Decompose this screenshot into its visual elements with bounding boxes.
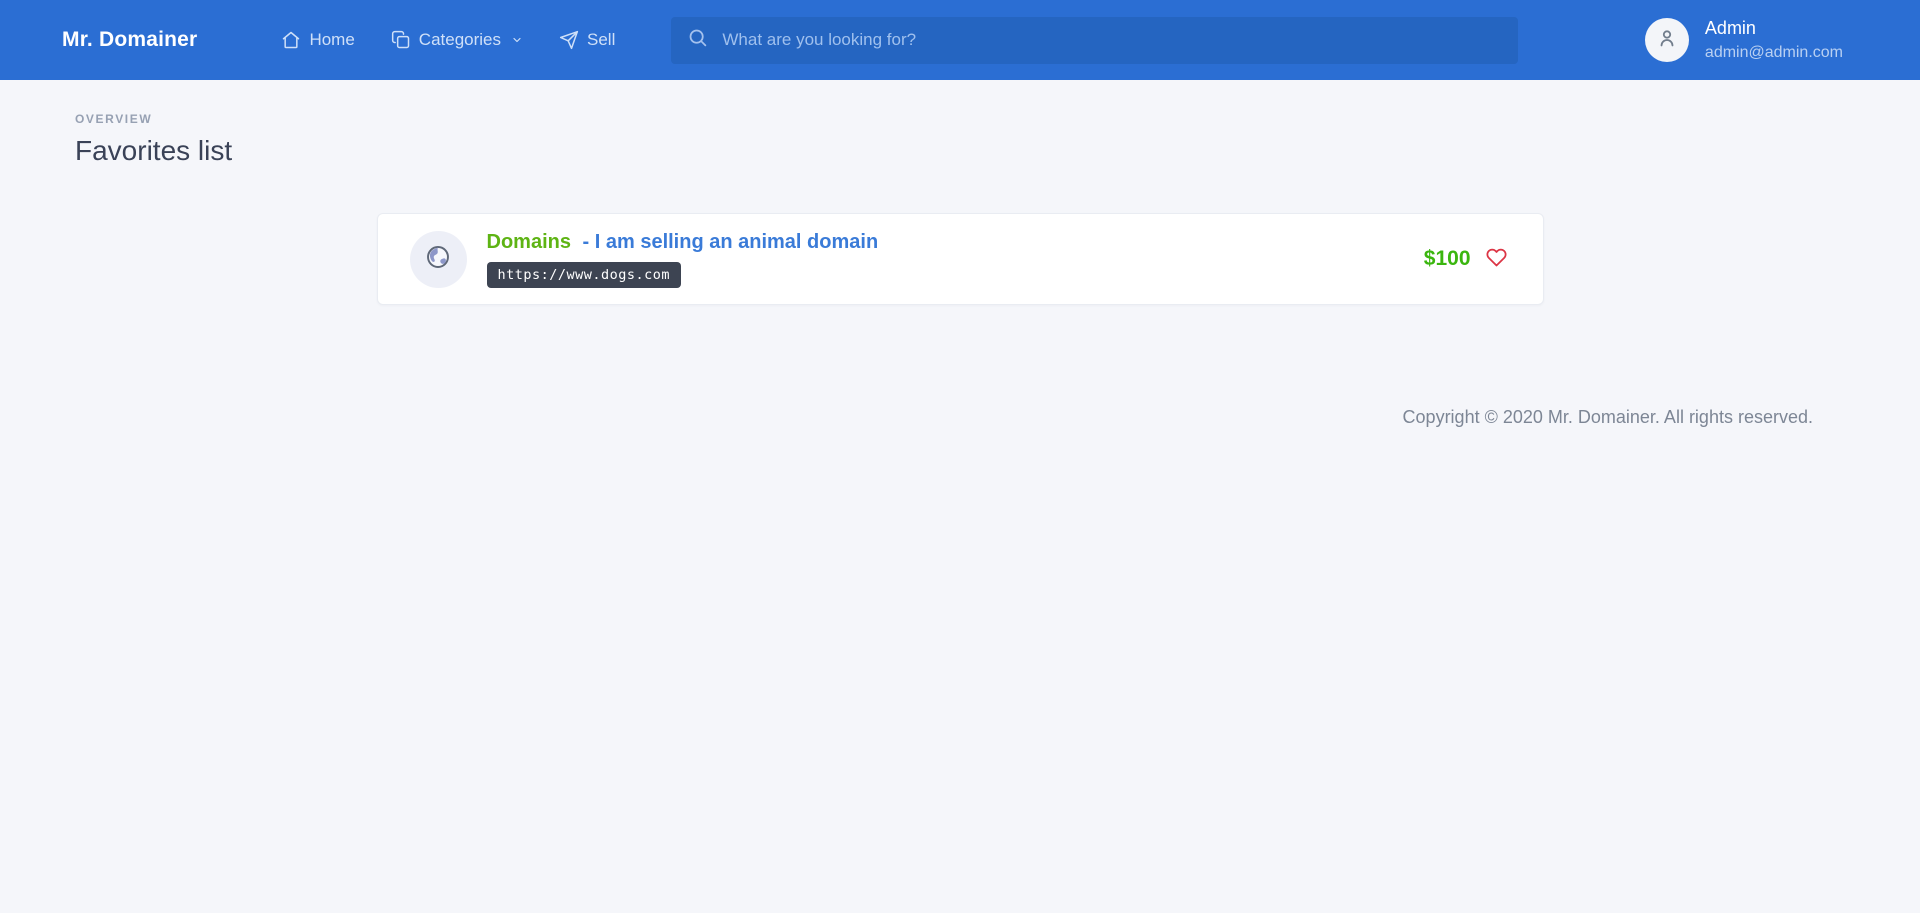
search-bar[interactable] — [671, 16, 1519, 64]
globe-icon — [425, 244, 451, 275]
overview-label: OVERVIEW — [75, 112, 153, 126]
search-input[interactable] — [722, 30, 1503, 50]
avatar[interactable] — [1644, 18, 1689, 62]
user-menu[interactable]: Admin admin@admin.com — [1644, 17, 1843, 63]
send-icon — [559, 30, 579, 50]
listing-category[interactable]: Domains — [487, 231, 571, 253]
chevron-down-icon — [511, 34, 523, 46]
listing-avatar — [409, 230, 467, 288]
categories-icon — [391, 30, 411, 50]
favorite-list-item: Domains - I am selling an animal domain … — [376, 213, 1544, 305]
user-icon — [1655, 26, 1679, 55]
nav-label-home: Home — [309, 30, 355, 49]
home-icon — [281, 30, 301, 50]
main-content: OVERVIEW Favorites list Domains - I am s… — [0, 80, 1920, 428]
user-meta: Admin admin@admin.com — [1705, 17, 1843, 63]
top-navbar: Mr. Domainer Home Categories Sell What a… — [0, 0, 1920, 80]
listing-title-link[interactable]: Domains - I am selling an animal domain — [487, 230, 1424, 254]
listing-url-badge: https://www.dogs.com — [486, 262, 682, 288]
listing-info: Domains - I am selling an animal domain … — [486, 230, 1424, 288]
copyright-text: Copyright © 2020 Mr. Domainer. All right… — [1402, 407, 1813, 427]
heart-icon — [1486, 247, 1507, 271]
nav-label-sell: Sell — [587, 30, 616, 49]
nav-label-categories: Categories — [418, 30, 502, 49]
user-name: Admin — [1704, 18, 1756, 39]
listing-price: $100 — [1423, 247, 1471, 270]
favorite-heart-button[interactable] — [1486, 247, 1507, 271]
nav-item-categories[interactable]: Categories — [391, 30, 523, 50]
nav-item-sell[interactable]: Sell — [559, 30, 615, 50]
search-icon — [687, 27, 722, 53]
nav-item-home[interactable]: Home — [281, 30, 355, 50]
user-email: admin@admin.com — [1704, 43, 1843, 61]
main-nav: Home Categories Sell — [281, 30, 615, 50]
brand-logo[interactable]: Mr. Domainer — [62, 28, 197, 52]
page-title: Favorites list — [75, 135, 233, 166]
listing-title-text[interactable]: - I am selling an animal domain — [583, 231, 879, 253]
